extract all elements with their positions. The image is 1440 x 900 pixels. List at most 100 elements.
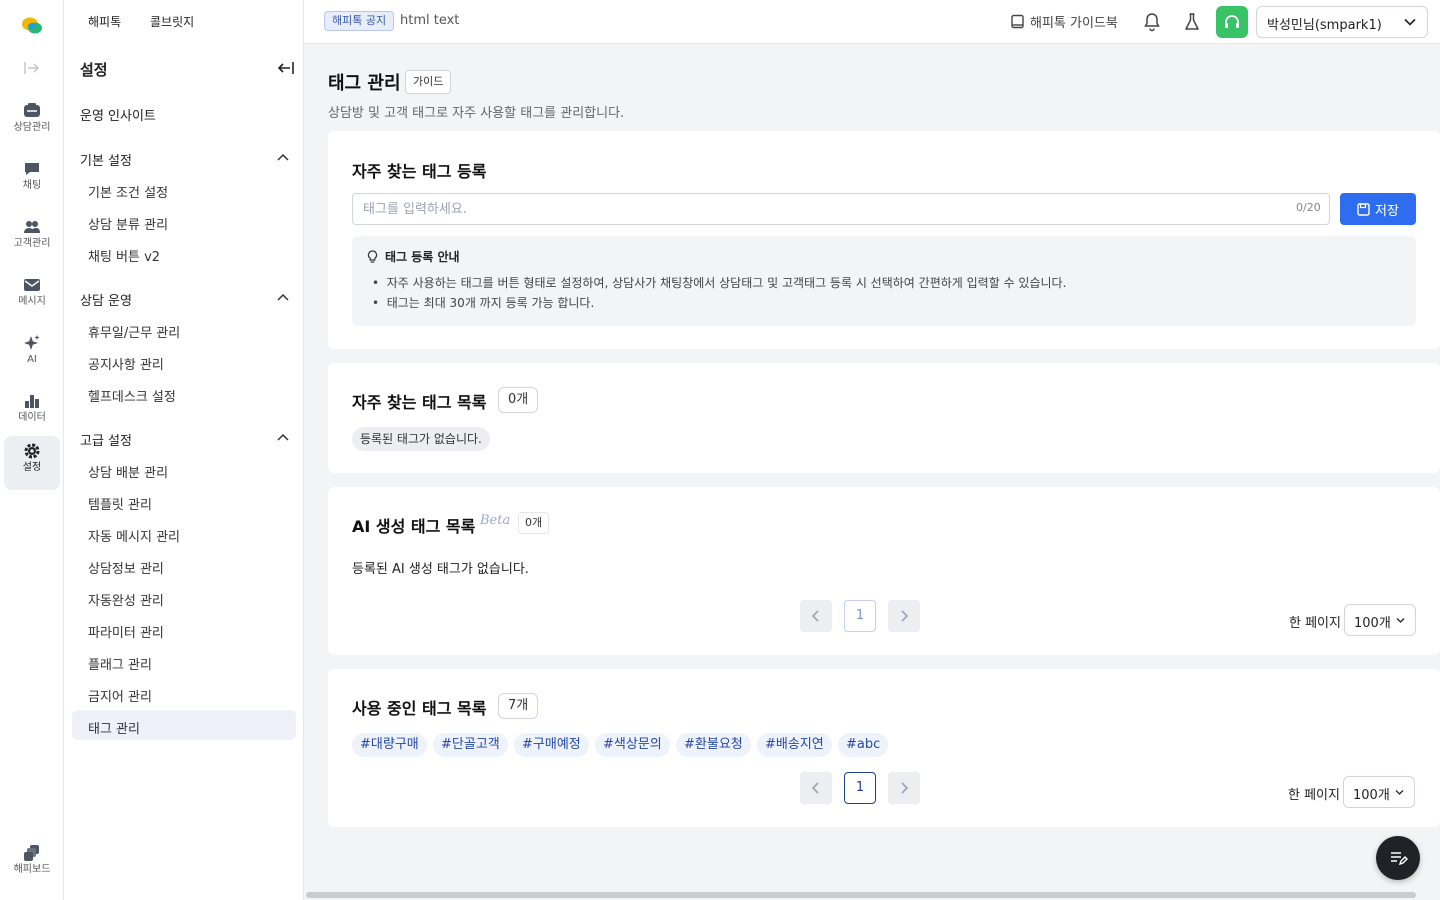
rail-item-consult[interactable]: 상담관리 [4,96,60,148]
sidebar-item[interactable]: 공지사항 관리 [88,354,164,373]
chevron-right-icon [901,782,909,794]
register-card: 자주 찾는 태그 등록 0/20 저장 태그 등록 안내 • 자주 사용하는 태… [328,131,1440,349]
per-page-value: 100개 [1353,788,1390,803]
inuse-count: 7개 [498,693,539,719]
sidebar-item[interactable]: 상담 배분 관리 [88,462,168,481]
chevron-left-icon [811,782,819,794]
rail-label: 메시지 [18,296,46,307]
per-page-select[interactable]: 100개 [1344,604,1416,636]
info-line: • 태그는 최대 30개 까지 등록 가능 합니다. [372,296,595,310]
save-label: 저장 [1375,203,1399,219]
expand-rail-icon[interactable] [22,58,42,78]
per-page-select[interactable]: 100개 [1343,776,1415,808]
sidebar-item[interactable]: 상담 분류 관리 [88,214,168,233]
horizontal-scrollbar[interactable] [306,892,1416,898]
info-title: 태그 등록 안내 [366,248,460,265]
happyboard-icon [24,845,39,861]
rail-label: 고객관리 [13,238,51,249]
sparkle-icon [24,335,40,350]
consult-box-icon [24,103,40,117]
floating-action-button[interactable] [1376,836,1420,880]
inuse-tags-card: 사용 중인 태그 목록 7개 #대량구매 #단골고객 #구매예정 #색상문의 #… [328,669,1440,827]
info-box: 태그 등록 안내 • 자주 사용하는 태그를 버튼 형태로 설정하여, 상담사가… [352,236,1416,326]
tag-input[interactable] [352,193,1330,225]
page-number-button[interactable]: 1 [844,772,876,804]
page-title: 태그 관리 [328,73,401,94]
ai-tags-card: AI 생성 태그 목록 Beta 0개 등록된 AI 생성 태그가 없습니다. … [328,487,1440,655]
top-header: 해피톡 공지 html text 해피톡 가이드북 박성민님(smpark1) [304,0,1440,44]
tag-chip[interactable]: #색상문의 [595,733,670,757]
next-page-button[interactable] [888,600,920,632]
user-name: 박성민님(smpark1) [1267,18,1382,33]
guidebook-link[interactable]: 해피톡 가이드북 [1010,12,1118,31]
input-char-count: 0/20 [1296,201,1321,214]
sidebar-group-advanced[interactable]: 고급 설정 [80,430,290,449]
tag-chip[interactable]: #대량구매 [352,733,427,757]
sidebar-item[interactable]: 기본 조건 설정 [88,182,168,201]
favorites-card: 자주 찾는 태그 목록 0개 등록된 태그가 없습니다. [328,363,1440,473]
sidebar-item-tag-manage[interactable]: 태그 관리 [88,718,140,737]
sidebar-item[interactable]: 상담정보 관리 [88,558,164,577]
rail-item-chat[interactable]: 채팅 [4,154,60,206]
flask-icon[interactable] [1181,11,1203,33]
page-number-button[interactable]: 1 [844,600,876,632]
headset-icon [1225,15,1239,28]
rail-item-happyboard[interactable]: 해피보드 [4,838,60,890]
info-title-text: 태그 등록 안내 [385,250,460,264]
page-description: 상담방 및 고객 태그로 자주 사용할 태그를 관리합니다. [328,106,625,121]
happytalk-logo-icon[interactable] [21,16,43,36]
chevron-right-icon [901,610,909,622]
collapse-sidebar-icon[interactable] [276,58,296,78]
rail-item-customers[interactable]: 고객관리 [4,212,60,264]
sidebar-item[interactable]: 자동 메시지 관리 [88,526,180,545]
sidebar-group-operation[interactable]: 상담 운영 [80,290,290,309]
sidebar-tab-happytalk[interactable]: 해피톡 [88,13,121,30]
sidebar-item[interactable]: 자동완성 관리 [88,590,164,609]
sidebar-item[interactable]: 파라미터 관리 [88,622,164,641]
chevron-up-icon [277,153,289,161]
prev-page-button[interactable] [800,600,832,632]
headset-button[interactable] [1216,6,1248,38]
rail-item-ai[interactable]: AI [4,328,60,380]
sidebar-item[interactable]: 금지어 관리 [88,686,152,705]
favorites-count: 0개 [498,387,539,413]
sidebar-item-insight[interactable]: 운영 인사이트 [80,105,156,124]
tag-chip[interactable]: #구매예정 [514,733,589,757]
sidebar-item[interactable]: 채팅 버튼 v2 [88,246,160,265]
rail-item-settings[interactable]: 설정 [4,436,60,490]
tag-chip[interactable]: #abc [838,733,889,757]
sidebar-tab-callbridge[interactable]: 콜브릿지 [150,13,194,30]
user-menu-select[interactable]: 박성민님(smpark1) [1256,6,1428,38]
sidebar-item[interactable]: 템플릿 관리 [88,494,152,513]
sidebar-group-basic[interactable]: 기본 설정 [80,150,290,169]
next-page-button[interactable] [888,772,920,804]
sidebar-item[interactable]: 플래그 관리 [88,654,152,673]
bell-icon[interactable] [1141,11,1163,33]
sidebar-item[interactable]: 휴무일/근무 관리 [88,322,180,341]
chat-bubble-icon [25,163,39,175]
chevron-down-icon [1396,618,1405,623]
rail-label: 데이터 [18,412,46,423]
notice-text[interactable]: html text [400,13,459,28]
users-icon [24,221,40,233]
gear-icon [24,443,40,459]
favorites-title: 자주 찾는 태그 목록 [352,393,487,412]
tag-chip[interactable]: #환불요청 [676,733,751,757]
tag-chip[interactable]: #단골고객 [433,733,508,757]
per-page-label: 한 페이지 [1288,788,1340,803]
guide-button[interactable]: 가이드 [405,70,452,94]
save-button[interactable]: 저장 [1340,193,1416,225]
rail-item-data[interactable]: 데이터 [4,386,60,438]
notice-badge[interactable]: 해피톡 공지 [324,11,395,31]
inuse-title: 사용 중인 태그 목록 [352,699,487,718]
sidebar-title: 설정 [80,61,108,79]
per-page-value: 100개 [1354,616,1391,631]
sidebar-item[interactable]: 헬프데스크 설정 [88,386,176,405]
favorites-empty: 등록된 태그가 없습니다. [352,427,490,451]
rail-item-message[interactable]: 메시지 [4,270,60,322]
tag-chip[interactable]: #배송지연 [757,733,832,757]
ai-empty: 등록된 AI 생성 태그가 없습니다. [352,562,529,577]
icon-rail: 상담관리 채팅 고객관리 메시지 AI 데이터 설정 해피보드 [0,0,64,900]
prev-page-button[interactable] [800,772,832,804]
rail-label: 해피보드 [13,864,51,875]
